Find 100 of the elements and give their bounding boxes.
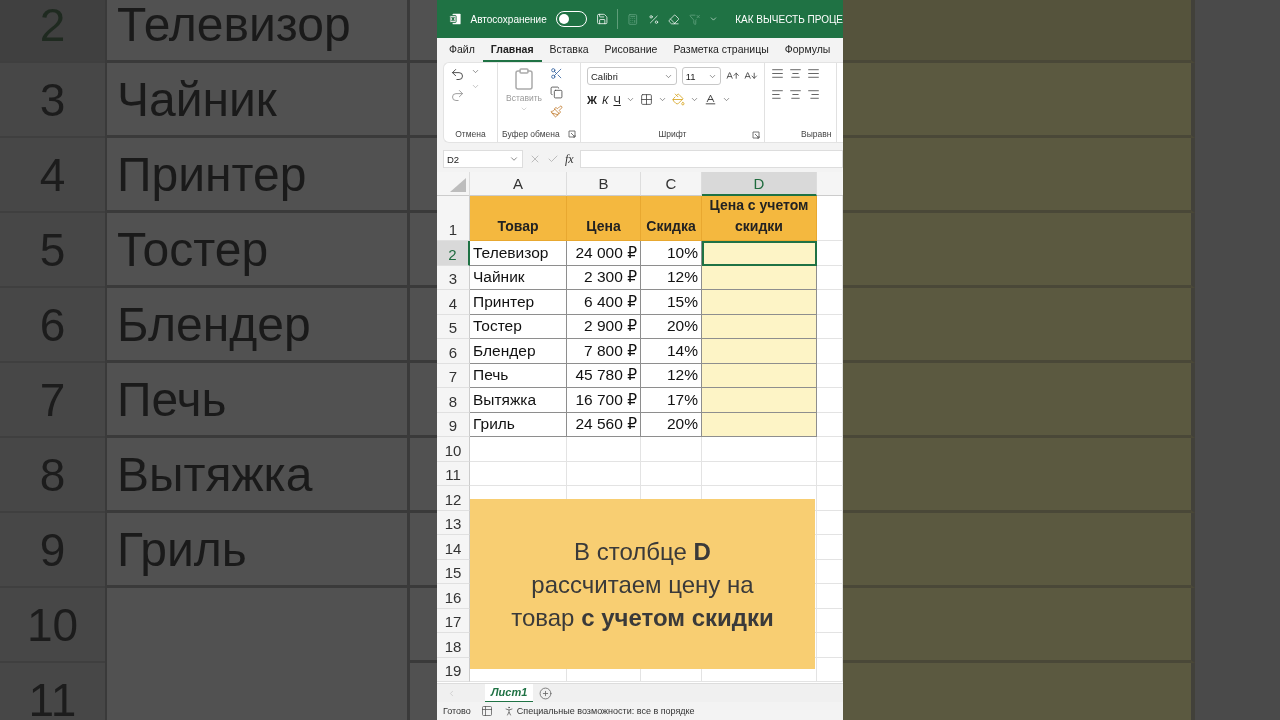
- align-right-icon[interactable]: [807, 88, 820, 101]
- add-sheet-icon[interactable]: [539, 686, 553, 700]
- row-header[interactable]: 10: [437, 437, 470, 462]
- sheet-cell: Гриль: [105, 513, 410, 588]
- header-cell: Цена: [567, 196, 641, 241]
- save-icon[interactable]: [595, 12, 609, 26]
- row-header[interactable]: 15: [437, 559, 470, 584]
- caret-icon[interactable]: [625, 95, 635, 104]
- percent-icon[interactable]: [647, 12, 660, 26]
- sheet-cell: Вытяжка: [105, 438, 410, 513]
- macro-record-icon[interactable]: [480, 705, 493, 717]
- table-cell: 6 400 ₽: [567, 290, 641, 315]
- redo-icon[interactable]: [450, 88, 465, 103]
- row-header[interactable]: 12: [437, 486, 470, 511]
- borders-icon[interactable]: [639, 93, 653, 106]
- align-center-icon[interactable]: [789, 88, 802, 101]
- column-header[interactable]: [817, 172, 843, 196]
- row-header[interactable]: 13: [437, 510, 470, 535]
- row-header[interactable]: 11: [437, 461, 470, 486]
- paintbrush-icon[interactable]: [550, 105, 563, 118]
- table-cell: 24 000 ₽: [567, 241, 641, 266]
- table-cell: 7 800 ₽: [567, 339, 641, 364]
- ribbon-tab[interactable]: Вставка: [541, 38, 597, 62]
- column-header[interactable]: B: [567, 172, 641, 196]
- table-cell: 24 560 ₽: [567, 412, 641, 437]
- calculator-icon[interactable]: [627, 12, 639, 26]
- column-header[interactable]: A: [470, 172, 567, 196]
- row-header[interactable]: 2: [437, 241, 470, 266]
- eraser-icon[interactable]: [668, 12, 680, 26]
- row-header[interactable]: 8: [437, 388, 470, 413]
- row-header[interactable]: 16: [437, 584, 470, 609]
- header-cell: Товар: [470, 196, 567, 241]
- align-left-icon[interactable]: [771, 88, 784, 101]
- bold-button[interactable]: Ж: [587, 93, 597, 106]
- copy-icon[interactable]: [550, 86, 563, 99]
- sheet-cell: Телевизор: [105, 0, 410, 63]
- ribbon-tab[interactable]: Разметка страницы: [665, 38, 777, 62]
- result-cell[interactable]: [702, 314, 817, 339]
- result-cell[interactable]: [702, 412, 817, 437]
- result-cell[interactable]: [702, 265, 817, 290]
- row-header[interactable]: 5: [437, 314, 470, 339]
- customize-icon[interactable]: [709, 14, 719, 24]
- column-header[interactable]: C: [641, 172, 702, 196]
- row-header[interactable]: 3: [437, 265, 470, 290]
- result-cell[interactable]: [702, 339, 817, 364]
- italic-button[interactable]: К: [601, 93, 609, 106]
- insert-function-button[interactable]: fx: [565, 151, 574, 167]
- filter-clear-icon[interactable]: [688, 12, 701, 26]
- fill-color-icon[interactable]: [671, 93, 685, 106]
- header-cell: Цена с учетом скидки: [702, 196, 817, 241]
- align-middle-icon[interactable]: [789, 67, 802, 80]
- document-title: КАК ВЫЧЕСТЬ ПРОЦЕ: [735, 13, 843, 25]
- result-cell[interactable]: [702, 241, 817, 266]
- caret-icon[interactable]: [657, 95, 667, 104]
- underline-button[interactable]: Ч: [613, 93, 621, 106]
- row-header[interactable]: 7: [437, 363, 470, 388]
- font-size-field[interactable]: 11: [681, 67, 721, 85]
- font-color-icon[interactable]: [703, 93, 717, 106]
- ribbon-tab[interactable]: Файл: [441, 38, 483, 62]
- group-label: Буфер обмена: [502, 129, 560, 139]
- row-header[interactable]: 4: [437, 290, 470, 315]
- caret-icon[interactable]: [689, 95, 699, 104]
- row-header[interactable]: 18: [437, 633, 470, 658]
- row-header[interactable]: 6: [437, 339, 470, 364]
- sheet-cell: Блендер: [105, 288, 410, 363]
- status-text: Готово: [443, 706, 471, 716]
- result-cell[interactable]: [702, 363, 817, 388]
- ribbon-tab[interactable]: Рисование: [596, 38, 666, 62]
- row-header[interactable]: 9: [437, 412, 470, 437]
- group-label: Отмена: [455, 129, 486, 139]
- undo-icon[interactable]: [450, 67, 465, 82]
- sheet-tab[interactable]: Лист1: [485, 683, 534, 703]
- accessibility-status[interactable]: Специальные возможности: все в порядке: [516, 706, 695, 716]
- table-cell: 2 300 ₽: [567, 265, 641, 290]
- sheet-cell: [641, 437, 702, 462]
- autosave-label: Автосохранение: [470, 13, 547, 25]
- select-all-icon[interactable]: [450, 178, 466, 192]
- row-header[interactable]: 17: [437, 608, 470, 633]
- cancel-icon[interactable]: [529, 153, 541, 165]
- dialog-launcher-icon[interactable]: [752, 131, 760, 139]
- result-cell[interactable]: [702, 290, 817, 315]
- name-box[interactable]: D2: [443, 150, 523, 168]
- clipboard-icon[interactable]: [512, 67, 536, 91]
- result-cell[interactable]: [702, 388, 817, 413]
- caret-icon[interactable]: [509, 154, 519, 164]
- dialog-launcher-icon[interactable]: [568, 130, 576, 138]
- table-cell: 16 700 ₽: [567, 388, 641, 413]
- row-header[interactable]: 14: [437, 535, 470, 560]
- ribbon-tab[interactable]: Формулы: [776, 38, 839, 62]
- align-bottom-icon[interactable]: [807, 67, 820, 80]
- sheet-cell: Тостер: [105, 213, 410, 288]
- caret-icon[interactable]: [721, 95, 731, 104]
- row-header[interactable]: 19: [437, 657, 470, 682]
- align-top-icon[interactable]: [771, 67, 784, 80]
- font-name-field[interactable]: Calibri: [587, 67, 677, 85]
- scissors-icon[interactable]: [550, 67, 563, 80]
- column-header[interactable]: D: [702, 172, 817, 196]
- formula-input[interactable]: [579, 150, 843, 168]
- enter-icon[interactable]: [547, 153, 559, 165]
- row-header[interactable]: 1: [437, 196, 470, 241]
